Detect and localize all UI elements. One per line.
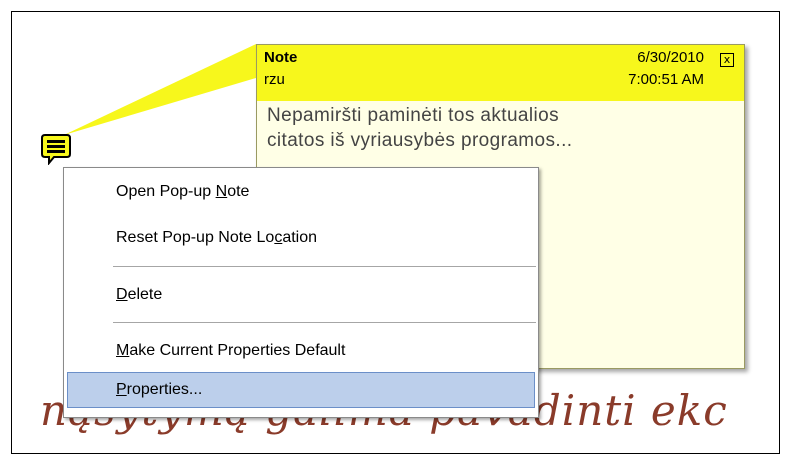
note-text-line: citatos iš vyriausybės programos...: [267, 130, 573, 151]
menu-item-label: Delete: [116, 286, 163, 303]
menu-item-delete[interactable]: Delete: [67, 277, 535, 313]
menu-item-reset-popup-note-location[interactable]: Reset Pop-up Note Location: [67, 220, 535, 256]
menu-item-label: Make Current Properties Default: [116, 342, 346, 359]
menu-separator: [113, 322, 536, 323]
note-date: 6/30/2010: [637, 49, 704, 66]
menu-item-label: Open Pop-up Note: [116, 183, 250, 200]
note-text-line: Nepamiršti paminėti tos aktualios: [267, 105, 559, 126]
comment-note-icon[interactable]: [41, 133, 71, 165]
popup-note-header[interactable]: Note 6/30/2010 rzu 7:00:51 AM x: [257, 45, 744, 101]
menu-separator: [113, 266, 536, 267]
menu-item-label: Reset Pop-up Note Location: [116, 229, 318, 246]
note-title: Note: [264, 49, 298, 66]
note-author: rzu: [264, 71, 285, 88]
menu-item-make-current-properties-default[interactable]: Make Current Properties Default: [67, 333, 535, 369]
menu-item-properties[interactable]: Properties...: [67, 372, 535, 408]
menu-item-label: Properties...: [116, 381, 203, 398]
note-time: 7:00:51 AM: [628, 71, 704, 88]
close-icon[interactable]: x: [720, 53, 734, 67]
menu-item-open-popup-note[interactable]: Open Pop-up Note: [67, 174, 535, 210]
context-menu: Open Pop-up Note Reset Pop-up Note Locat…: [63, 167, 539, 418]
note-text[interactable]: Nepamiršti paminėti tos aktualios citato…: [267, 103, 727, 153]
